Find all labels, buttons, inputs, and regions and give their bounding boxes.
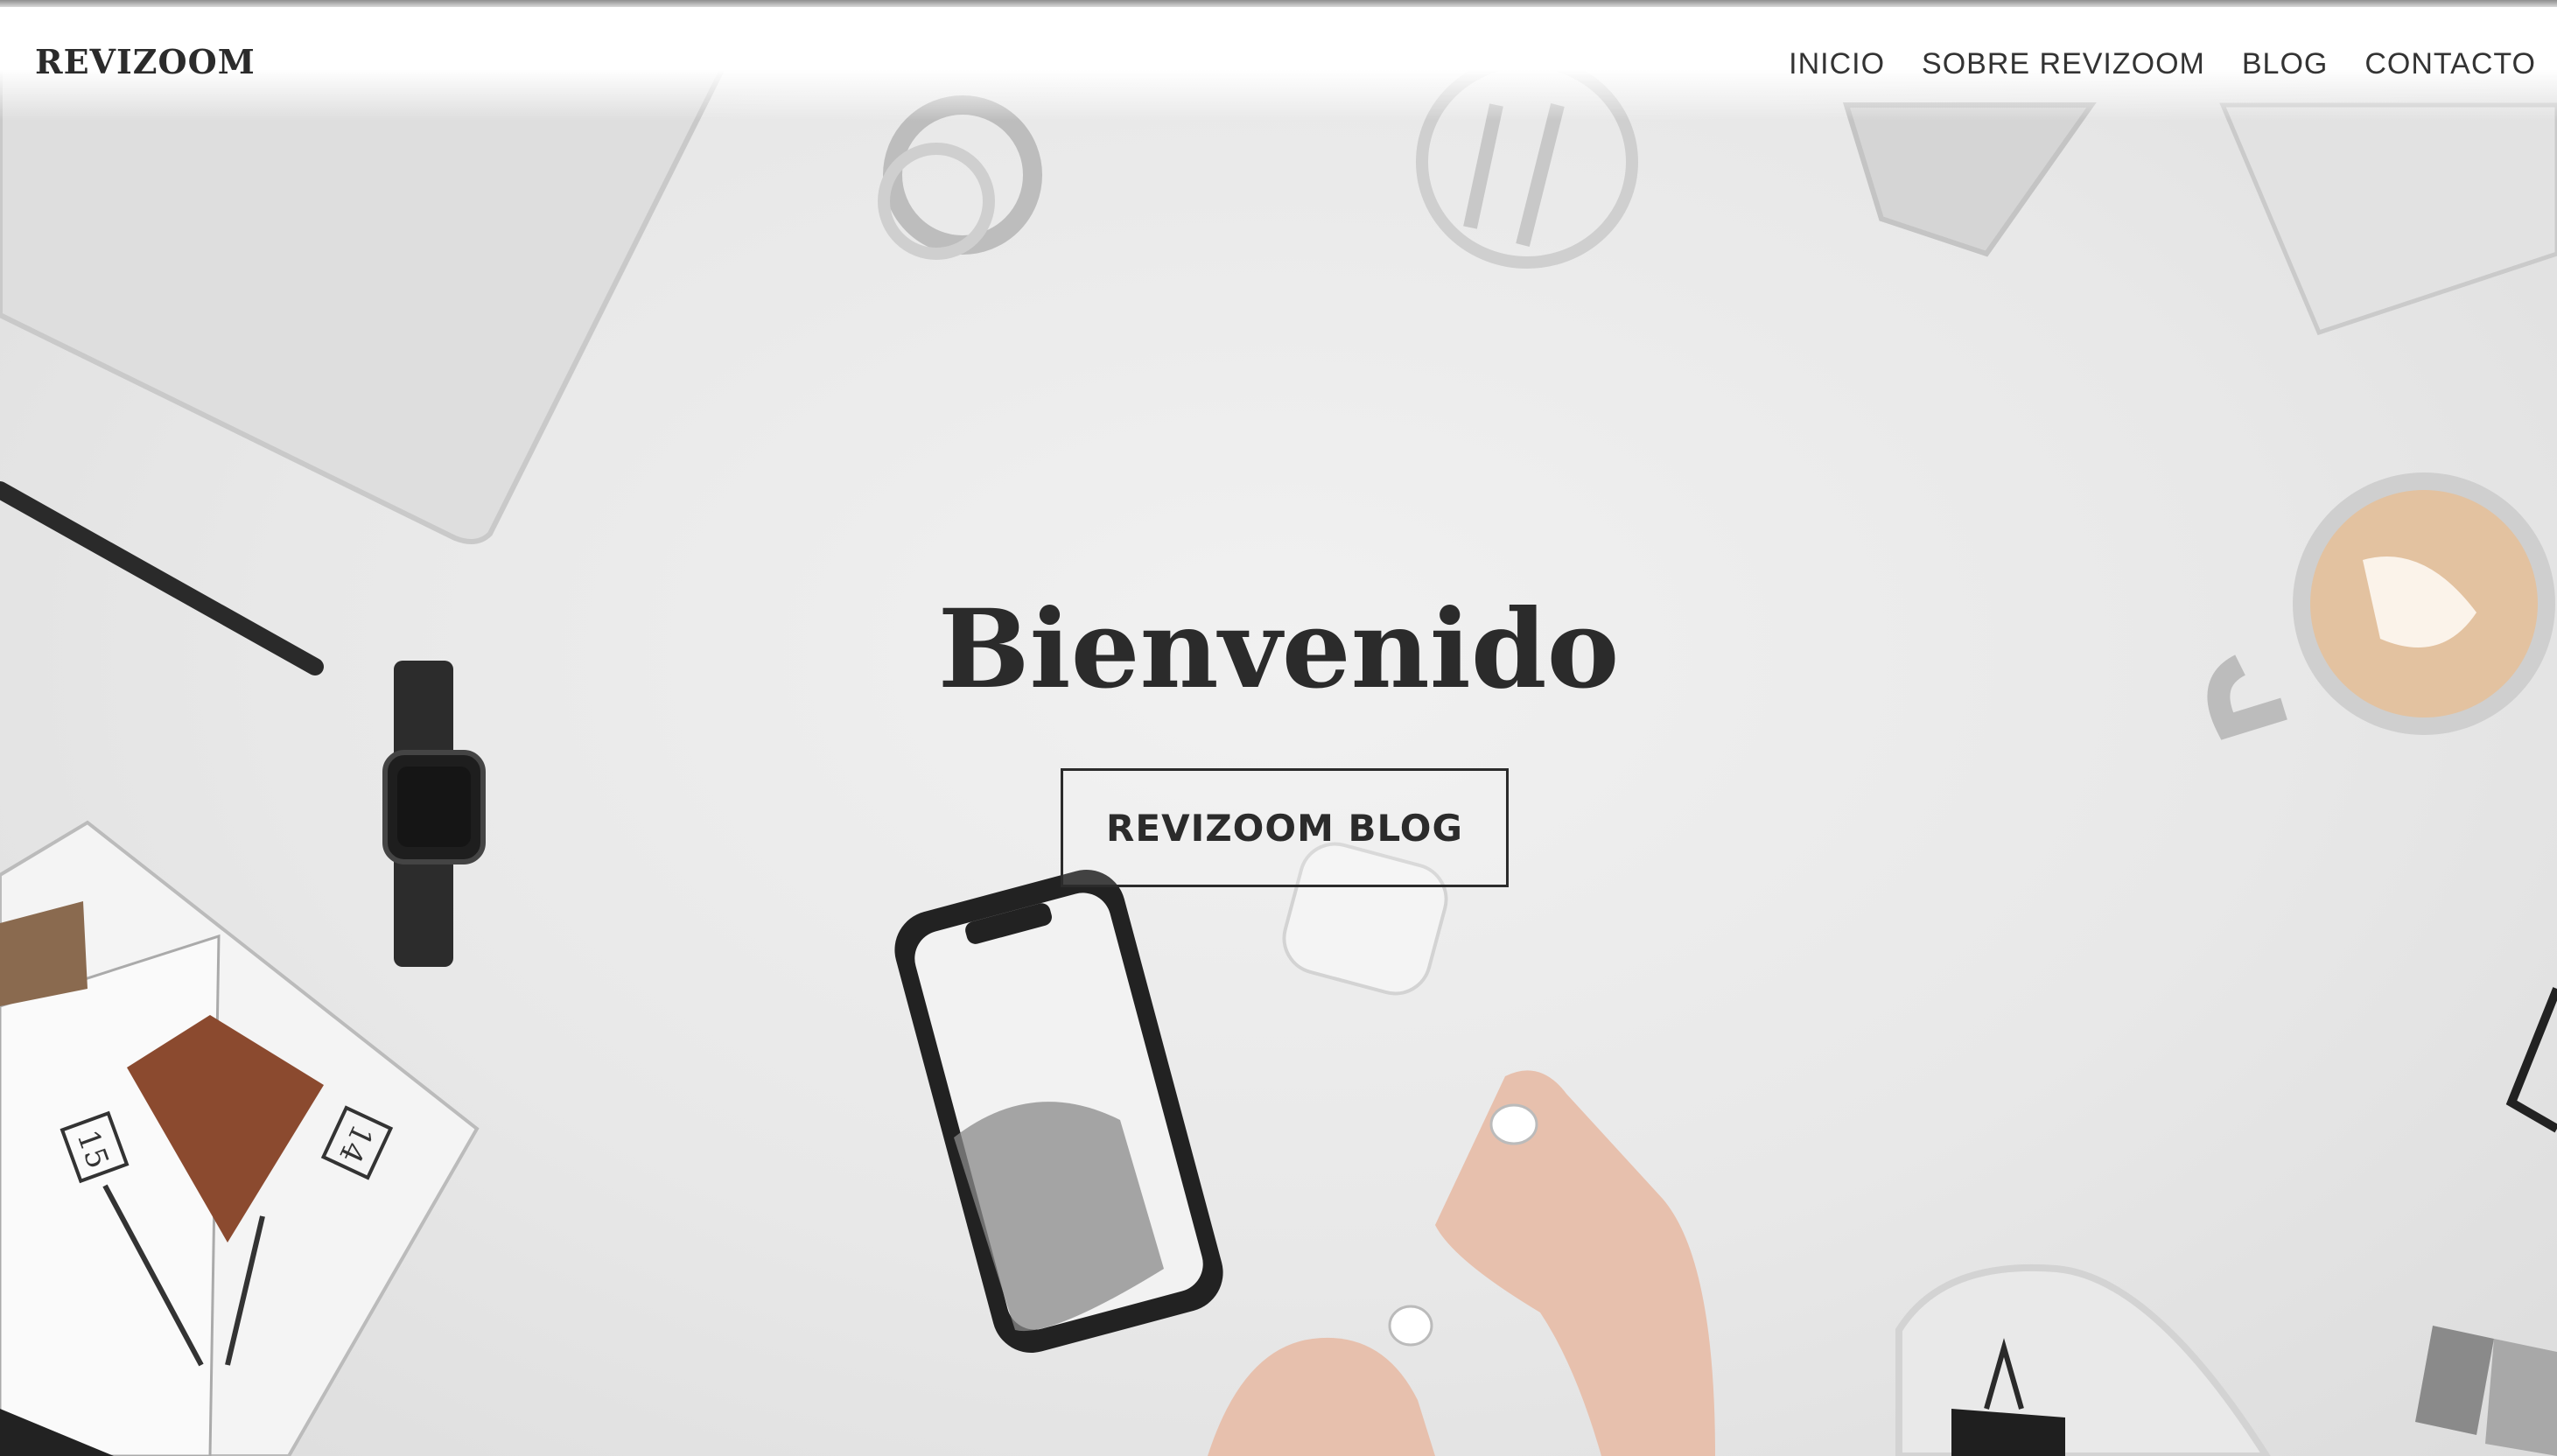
cable-image xyxy=(878,95,1042,260)
top-edge xyxy=(0,0,2557,7)
laptop-image xyxy=(0,59,731,544)
phone-image xyxy=(894,870,1223,1353)
site-header: REVIZOOM INICIO SOBRE REVIZOOM BLOG CONT… xyxy=(0,7,2557,121)
swatches-image xyxy=(2415,1326,2557,1456)
desk-photo: 15 14 xyxy=(0,55,2557,1456)
revizoom-blog-button[interactable]: REVIZOOM BLOG xyxy=(1061,768,1509,887)
hero-background: 15 14 REVIZOOM INICIO SOBRE REVIZOOM BLO… xyxy=(0,0,2557,1456)
nav-inicio[interactable]: INICIO xyxy=(1789,47,1885,81)
hero-title: Bienvenido xyxy=(937,586,1620,713)
nav-blog[interactable]: BLOG xyxy=(2242,47,2328,81)
glasses-image xyxy=(2505,987,2557,1133)
notebook-image xyxy=(2219,102,2557,336)
nav-sobre-revizoom[interactable]: SOBRE REVIZOOM xyxy=(1922,47,2205,81)
site-logo[interactable]: REVIZOOM xyxy=(35,42,256,81)
main-nav: INICIO SOBRE REVIZOOM BLOG CONTACTO xyxy=(1789,47,2536,81)
tray-image xyxy=(1895,1264,2271,1456)
nav-contacto[interactable]: CONTACTO xyxy=(2364,47,2536,81)
mesh-holder-image xyxy=(1842,102,2097,257)
hands-image xyxy=(1208,1070,1715,1456)
